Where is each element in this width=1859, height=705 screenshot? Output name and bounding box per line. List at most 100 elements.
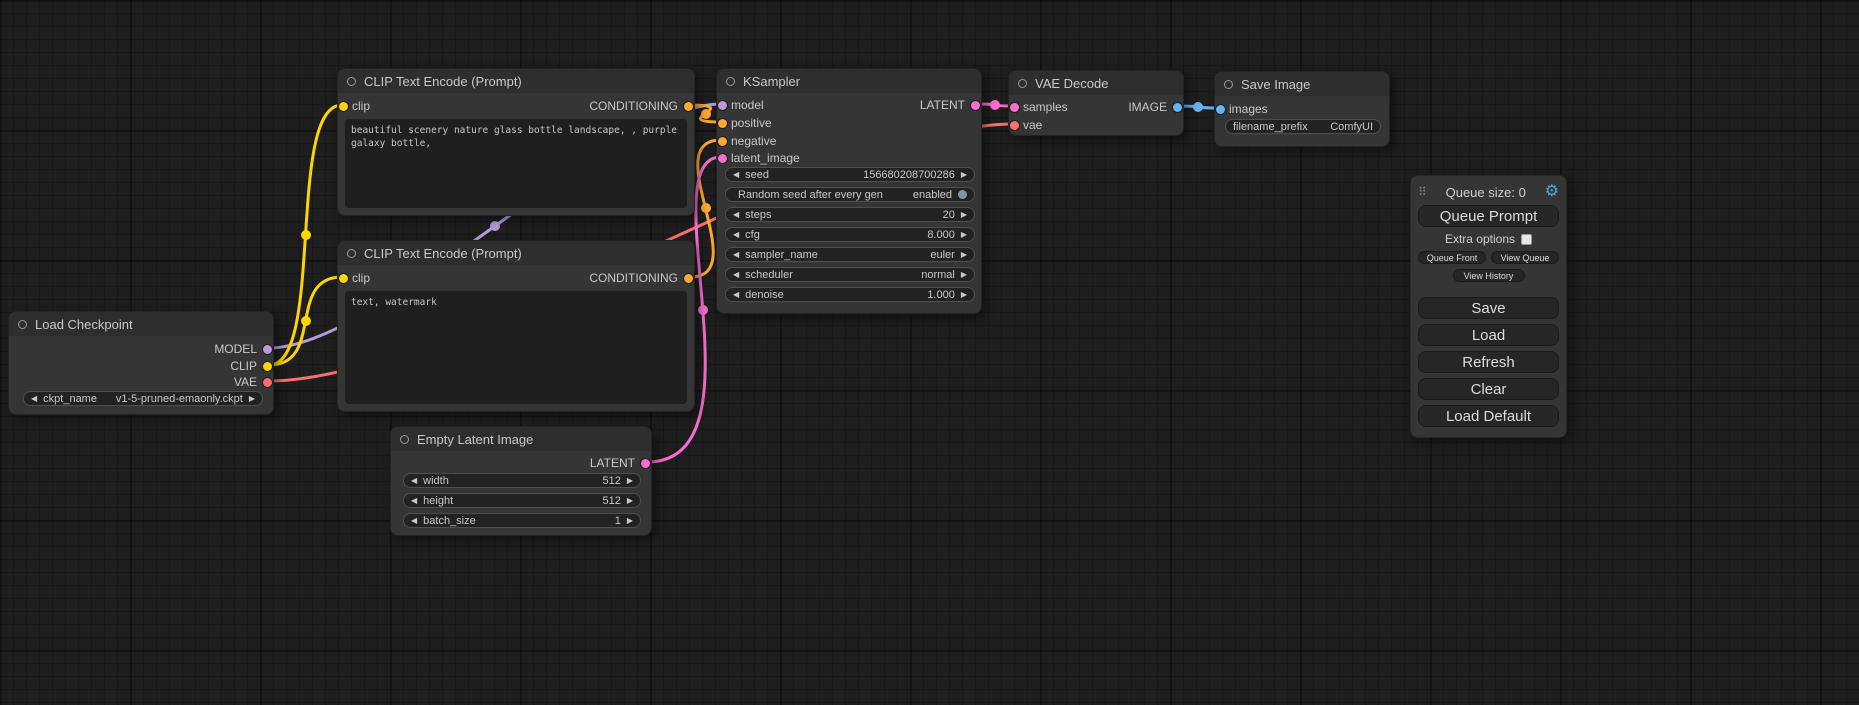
increment-icon[interactable]: ▶ xyxy=(961,231,967,239)
increment-icon[interactable]: ▶ xyxy=(627,517,633,525)
input-port-clip[interactable] xyxy=(339,102,348,111)
widget-sampler-name[interactable]: ◀ sampler_name euler ▶ xyxy=(725,247,975,262)
output-port-image[interactable] xyxy=(1173,103,1182,112)
output-port-model[interactable] xyxy=(263,345,272,354)
widget-value: 1.000 xyxy=(927,289,955,301)
increment-icon[interactable]: ▶ xyxy=(961,211,967,219)
extra-options-checkbox[interactable] xyxy=(1521,234,1532,245)
increment-icon[interactable]: ▶ xyxy=(961,271,967,279)
increment-icon[interactable]: ▶ xyxy=(961,291,967,299)
link-midpoint-model xyxy=(490,221,500,231)
refresh-button[interactable]: Refresh xyxy=(1418,351,1559,373)
widget-value: euler xyxy=(930,249,954,261)
collapse-dot-icon[interactable] xyxy=(1018,79,1027,88)
input-port-images[interactable] xyxy=(1216,105,1225,114)
queue-front-button[interactable]: Queue Front xyxy=(1418,251,1486,264)
input-port-clip[interactable] xyxy=(339,274,348,283)
output-port-vae[interactable] xyxy=(263,378,272,387)
increment-icon[interactable]: ▶ xyxy=(961,251,967,259)
collapse-dot-icon[interactable] xyxy=(400,435,409,444)
input-label-latent-image: latent_image xyxy=(731,151,800,165)
widget-scheduler[interactable]: ◀ scheduler normal ▶ xyxy=(725,267,975,282)
node-empty-latent-image[interactable]: Empty Latent Image LATENT ◀ width 512 ▶ … xyxy=(390,426,652,536)
decrement-icon[interactable]: ◀ xyxy=(31,395,37,403)
node-load-checkpoint[interactable]: Load Checkpoint MODEL CLIP VAE ◀ ckpt_na… xyxy=(8,311,274,415)
input-port-positive[interactable] xyxy=(718,119,727,128)
increment-icon[interactable]: ▶ xyxy=(249,395,255,403)
node-graph-canvas[interactable]: Load Checkpoint MODEL CLIP VAE ◀ ckpt_na… xyxy=(0,0,1859,705)
input-label-clip: clip xyxy=(352,99,370,113)
input-port-latent-image[interactable] xyxy=(718,154,727,163)
node-titlebar[interactable]: VAE Decode xyxy=(1009,71,1183,95)
input-port-samples[interactable] xyxy=(1010,103,1019,112)
output-port-conditioning[interactable] xyxy=(684,102,693,111)
view-history-button[interactable]: View History xyxy=(1453,269,1525,282)
node-vae-decode[interactable]: VAE Decode samples vae IMAGE xyxy=(1008,70,1184,136)
widget-cfg[interactable]: ◀ cfg 8.000 ▶ xyxy=(725,227,975,242)
link-midpoint-image xyxy=(1193,102,1203,112)
node-titlebar[interactable]: Save Image xyxy=(1215,72,1389,96)
node-titlebar[interactable]: CLIP Text Encode (Prompt) xyxy=(338,241,694,265)
collapse-dot-icon[interactable] xyxy=(1224,80,1233,89)
comfy-menu-panel[interactable]: ⠿ Queue size: 0 ⚙ Queue Prompt Extra opt… xyxy=(1410,175,1567,438)
increment-icon[interactable]: ▶ xyxy=(961,171,967,179)
toggle-dot-icon[interactable] xyxy=(958,190,967,199)
collapse-dot-icon[interactable] xyxy=(18,320,27,329)
widget-random-seed-toggle[interactable]: Random seed after every gen enabled xyxy=(725,187,975,202)
decrement-icon[interactable]: ◀ xyxy=(733,251,739,259)
node-titlebar[interactable]: KSampler xyxy=(717,69,981,93)
decrement-icon[interactable]: ◀ xyxy=(411,477,417,485)
widget-filename-prefix[interactable]: filename_prefix ComfyUI xyxy=(1225,119,1381,134)
widget-ckpt-name[interactable]: ◀ ckpt_name v1-5-pruned-emaonly.ckpt ▶ xyxy=(23,391,263,406)
output-port-latent[interactable] xyxy=(971,101,980,110)
decrement-icon[interactable]: ◀ xyxy=(411,497,417,505)
settings-gear-icon[interactable]: ⚙ xyxy=(1545,184,1559,200)
view-queue-button[interactable]: View Queue xyxy=(1491,251,1559,264)
widget-height[interactable]: ◀ height 512 ▶ xyxy=(403,493,641,508)
widget-name: scheduler xyxy=(745,269,793,281)
save-button[interactable]: Save xyxy=(1418,297,1559,319)
decrement-icon[interactable]: ◀ xyxy=(733,291,739,299)
link-midpoint-negative xyxy=(701,203,711,213)
output-port-clip[interactable] xyxy=(263,362,272,371)
decrement-icon[interactable]: ◀ xyxy=(733,211,739,219)
widget-seed[interactable]: ◀ seed 156680208700286 ▶ xyxy=(725,167,975,182)
prompt-textarea[interactable]: text, watermark xyxy=(345,291,687,404)
widget-name: ckpt_name xyxy=(43,393,97,405)
output-label-image: IMAGE xyxy=(1128,100,1167,114)
node-clip-text-encode-positive[interactable]: CLIP Text Encode (Prompt) clip CONDITION… xyxy=(337,68,695,216)
load-button[interactable]: Load xyxy=(1418,324,1559,346)
output-port-latent[interactable] xyxy=(641,459,650,468)
decrement-icon[interactable]: ◀ xyxy=(733,271,739,279)
load-default-button[interactable]: Load Default xyxy=(1418,405,1559,427)
input-port-vae[interactable] xyxy=(1010,121,1019,130)
node-clip-text-encode-negative[interactable]: CLIP Text Encode (Prompt) clip CONDITION… xyxy=(337,240,695,412)
widget-steps[interactable]: ◀ steps 20 ▶ xyxy=(725,207,975,222)
node-titlebar[interactable]: CLIP Text Encode (Prompt) xyxy=(338,69,694,93)
increment-icon[interactable]: ▶ xyxy=(627,497,633,505)
node-ksampler[interactable]: KSampler model positive negative latent_… xyxy=(716,68,982,314)
widget-denoise[interactable]: ◀ denoise 1.000 ▶ xyxy=(725,287,975,302)
decrement-icon[interactable]: ◀ xyxy=(733,231,739,239)
prompt-textarea[interactable]: beautiful scenery nature glass bottle la… xyxy=(345,119,687,208)
drag-handle-icon[interactable]: ⠿ xyxy=(1418,185,1427,199)
node-titlebar[interactable]: Load Checkpoint xyxy=(9,312,273,336)
decrement-icon[interactable]: ◀ xyxy=(733,171,739,179)
increment-icon[interactable]: ▶ xyxy=(627,477,633,485)
widget-width[interactable]: ◀ width 512 ▶ xyxy=(403,473,641,488)
widget-batch-size[interactable]: ◀ batch_size 1 ▶ xyxy=(403,513,641,528)
node-titlebar[interactable]: Empty Latent Image xyxy=(391,427,651,451)
input-label-model: model xyxy=(731,98,764,112)
output-port-conditioning[interactable] xyxy=(684,274,693,283)
collapse-dot-icon[interactable] xyxy=(726,77,735,86)
node-save-image[interactable]: Save Image images filename_prefix ComfyU… xyxy=(1214,71,1390,147)
input-port-model[interactable] xyxy=(718,101,727,110)
node-title: CLIP Text Encode (Prompt) xyxy=(364,246,522,261)
collapse-dot-icon[interactable] xyxy=(347,77,356,86)
input-port-negative[interactable] xyxy=(718,137,727,146)
collapse-dot-icon[interactable] xyxy=(347,249,356,258)
queue-prompt-button[interactable]: Queue Prompt xyxy=(1418,205,1559,227)
clear-button[interactable]: Clear xyxy=(1418,378,1559,400)
decrement-icon[interactable]: ◀ xyxy=(411,517,417,525)
node-title: Load Checkpoint xyxy=(35,317,133,332)
